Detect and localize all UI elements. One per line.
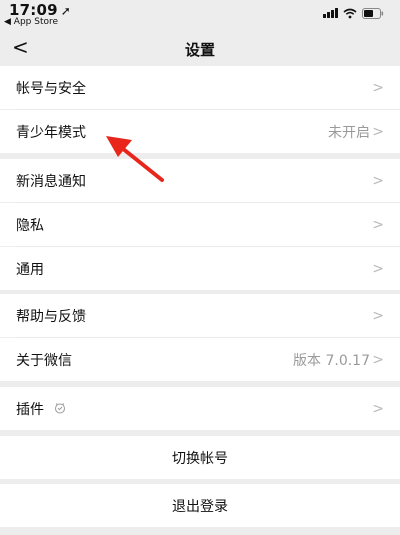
- settings-item-new-message-notification[interactable]: 新消息通知 >: [0, 159, 400, 202]
- logout-button[interactable]: 退出登录: [0, 484, 400, 527]
- plugin-icon: [54, 402, 66, 417]
- settings-item-label: 新消息通知: [16, 173, 86, 190]
- cellular-signal-icon: [323, 8, 338, 18]
- settings-item-about-wechat[interactable]: 关于微信 版本 7.0.17 >: [0, 338, 400, 381]
- settings-item-account-security[interactable]: 帐号与安全 >: [0, 66, 400, 109]
- location-arrow-icon: ➚: [60, 4, 72, 18]
- version-label: 版本 7.0.17: [293, 352, 370, 369]
- wifi-icon: [343, 8, 357, 19]
- page-title: 设置: [184, 41, 215, 59]
- chevron-right-icon: >: [372, 351, 384, 368]
- chevron-right-icon: >: [372, 172, 384, 189]
- logout-label: 退出登录: [172, 498, 228, 515]
- settings-item-youth-mode[interactable]: 青少年模式 未开启 >: [0, 110, 400, 153]
- settings-item-label: 帐号与安全: [16, 80, 86, 97]
- settings-item-label: 通用: [16, 261, 44, 278]
- chevron-right-icon: >: [372, 123, 384, 140]
- chevron-right-icon: >: [372, 260, 384, 277]
- chevron-right-icon: >: [372, 400, 384, 417]
- settings-item-label: 隐私: [16, 217, 44, 234]
- settings-item-help-feedback[interactable]: 帮助与反馈 >: [0, 294, 400, 337]
- settings-item-plugins[interactable]: 插件 >: [0, 387, 400, 430]
- settings-item-label: 帮助与反馈: [16, 308, 86, 325]
- battery-icon: [362, 7, 384, 19]
- navigation-bar: < 设置: [0, 32, 400, 64]
- status-icons: [323, 6, 384, 20]
- back-to-app-store-link[interactable]: ◀ App Store: [4, 17, 58, 27]
- chevron-right-icon: >: [372, 307, 384, 324]
- switch-account-button[interactable]: 切换帐号: [0, 436, 400, 479]
- status-bar: 17:09 ➚ ◀ App Store: [0, 0, 400, 32]
- settings-item-label: 青少年模式: [16, 124, 86, 141]
- settings-item-label: 关于微信: [16, 352, 72, 369]
- settings-item-label: 插件: [16, 401, 44, 418]
- settings-item-general[interactable]: 通用 >: [0, 247, 400, 290]
- chevron-right-icon: >: [372, 216, 384, 233]
- youth-mode-status: 未开启: [328, 124, 370, 141]
- switch-account-label: 切换帐号: [172, 450, 228, 467]
- chevron-right-icon: >: [372, 79, 384, 96]
- settings-item-label-wrap: 插件: [16, 399, 66, 419]
- settings-item-privacy[interactable]: 隐私 >: [0, 203, 400, 246]
